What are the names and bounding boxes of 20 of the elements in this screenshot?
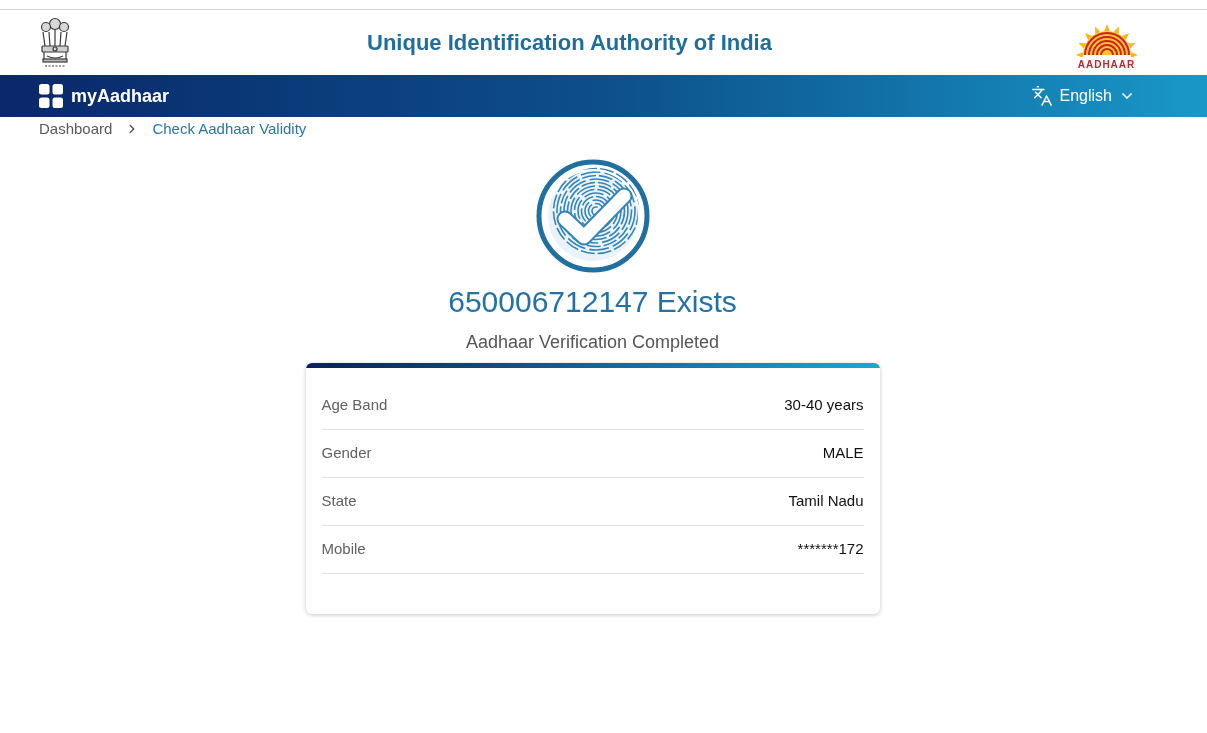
translate-icon	[1030, 85, 1053, 107]
grid-icon	[39, 84, 63, 108]
breadcrumb-link[interactable]: Check Aadhaar Validity	[152, 117, 307, 141]
detail-label: Age Band	[321, 395, 388, 416]
detail-value: MALE	[822, 443, 864, 464]
site-title: Unique Identification Authority of India	[367, 31, 772, 54]
language-selector[interactable]: English	[1030, 84, 1135, 108]
detail-value: *******172	[797, 539, 864, 560]
fingerprint-check-icon	[535, 159, 650, 273]
detail-value: 30-40 years	[784, 395, 864, 416]
detail-value: Tamil Nadu	[788, 491, 864, 512]
result-heading: 650006712147 Exists	[448, 285, 737, 319]
app-name: myAadhaar	[71, 84, 170, 108]
breadcrumb-link[interactable]: Dashboard	[39, 117, 113, 141]
emblem-icon	[39, 15, 71, 70]
detail-label: Gender	[321, 443, 372, 464]
logo-text: AADHAAR	[1077, 58, 1136, 71]
detail-label: State	[321, 491, 357, 512]
detail-label: Mobile	[321, 539, 366, 560]
result-subtitle: Aadhaar Verification Completed	[465, 331, 720, 353]
